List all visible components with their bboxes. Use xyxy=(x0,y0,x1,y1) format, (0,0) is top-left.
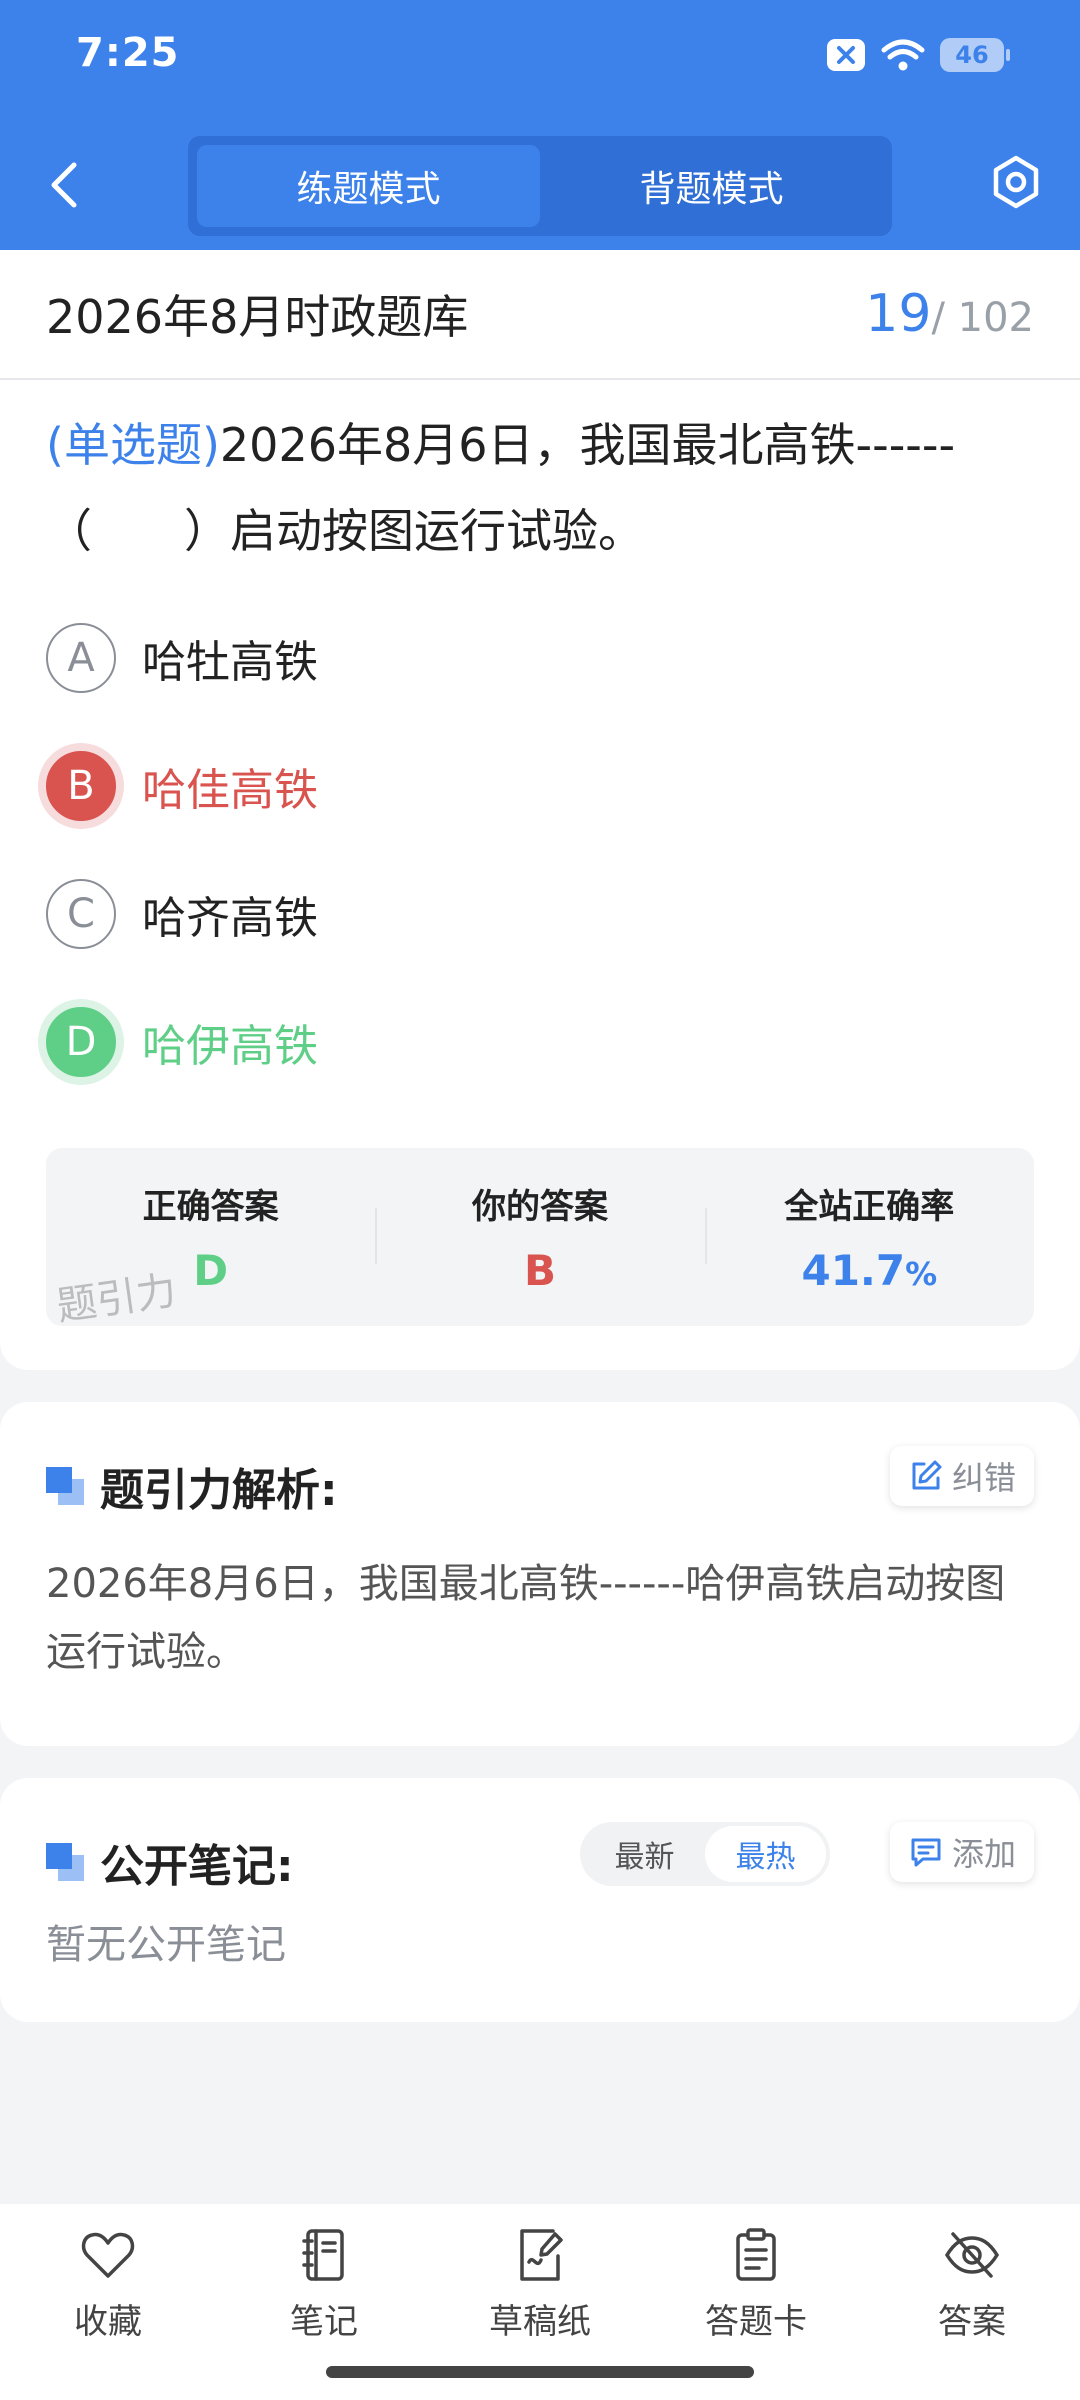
tab-practice-mode[interactable]: 练题模式 xyxy=(197,145,540,227)
notes-card: 公开笔记: 最新 最热 添加 暂无公开笔记 xyxy=(0,1778,1080,2022)
notification-off-icon xyxy=(827,39,865,71)
question-card: 2026年8月时政题库 19/ 102 (单选题)2026年8月6日，我国最北高… xyxy=(0,250,1080,1370)
section-icon xyxy=(46,1843,84,1881)
sort-hottest[interactable]: 最热 xyxy=(705,1826,826,1882)
comment-icon xyxy=(911,1838,941,1867)
option-b[interactable]: B 哈佳高铁 xyxy=(0,722,1080,850)
option-letter: B xyxy=(46,751,116,821)
your-answer-value: B xyxy=(523,1246,556,1295)
correct-answer-value: D xyxy=(193,1246,229,1295)
add-note-label: 添加 xyxy=(951,1835,1016,1873)
report-error-button[interactable]: 纠错 xyxy=(889,1446,1034,1506)
question-bank-title: 2026年8月时政题库 xyxy=(46,290,469,344)
notes-empty-text: 暂无公开笔记 xyxy=(46,1922,286,1968)
eye-off-icon xyxy=(944,2232,1000,2278)
correct-answer-column: 正确答案 D 题引力 xyxy=(46,1148,375,1326)
screen: 7:25 46 练题模式 背题模式 2026年8月时政题库 19/ 102 (单… xyxy=(0,0,1080,2400)
accuracy-unit: % xyxy=(905,1255,938,1293)
total-questions: / 102 xyxy=(931,295,1034,341)
wifi-icon xyxy=(881,39,925,71)
notes-title-text: 公开笔记: xyxy=(100,1841,294,1892)
favorite-label: 收藏 xyxy=(74,2302,142,2342)
heart-icon xyxy=(81,2232,135,2278)
home-indicator[interactable] xyxy=(326,2366,754,2378)
question-text: (单选题)2026年8月6日，我国最北高铁------（ ）启动按图运行试验。 xyxy=(0,380,1080,574)
current-question-number: 19 xyxy=(865,284,932,344)
analysis-card: 题引力解析: 纠错 2026年8月6日，我国最北高铁------哈伊高铁启动按图… xyxy=(0,1402,1080,1746)
analysis-title: 题引力解析: xyxy=(46,1454,338,1518)
your-answer-column: 你的答案 B xyxy=(375,1148,704,1326)
option-text: 哈佳高铁 xyxy=(142,765,318,816)
option-letter: D xyxy=(46,1007,116,1077)
section-icon xyxy=(46,1467,84,1505)
mode-switch: 练题模式 背题模式 xyxy=(188,136,892,236)
status-time: 7:25 xyxy=(76,30,180,76)
question-progress[interactable]: 19/ 102 xyxy=(865,284,1034,344)
option-d[interactable]: D 哈伊高铁 xyxy=(0,978,1080,1106)
sort-latest[interactable]: 最新 xyxy=(584,1826,705,1882)
analysis-text: 2026年8月6日，我国最北高铁------哈伊高铁启动按图运行试验。 xyxy=(46,1561,1006,1675)
edit-icon xyxy=(912,1460,942,1490)
show-answer-button[interactable]: 答案 xyxy=(864,2226,1080,2400)
answer-summary: 正确答案 D 题引力 你的答案 B 全站正确率 41.7% xyxy=(46,1148,1034,1326)
notes-title: 公开笔记: xyxy=(46,1830,294,1894)
your-answer-label: 你的答案 xyxy=(471,1187,608,1227)
accuracy-value: 41.7% xyxy=(801,1246,937,1295)
show-answer-label: 答案 xyxy=(938,2302,1006,2342)
option-list: A 哈牡高铁 B 哈佳高铁 C 哈齐高铁 D 哈伊高铁 xyxy=(0,594,1080,1106)
option-a[interactable]: A 哈牡高铁 xyxy=(0,594,1080,722)
battery-indicator: 46 xyxy=(940,38,1010,72)
notes-sort-toggle: 最新 最热 xyxy=(580,1822,830,1886)
accuracy-column: 全站正确率 41.7% xyxy=(704,1148,1034,1326)
accuracy-label: 全站正确率 xyxy=(784,1187,955,1227)
header: 7:25 46 练题模式 背题模式 xyxy=(0,0,1080,250)
draft-paper-label: 草稿纸 xyxy=(489,2302,591,2342)
correct-answer-label: 正确答案 xyxy=(142,1187,279,1227)
analysis-title-text: 题引力解析: xyxy=(100,1465,338,1516)
settings-icon[interactable] xyxy=(988,154,1044,210)
answer-card-label: 答题卡 xyxy=(705,2302,807,2342)
option-letter: A xyxy=(46,623,116,693)
question-header: 2026年8月时政题库 19/ 102 xyxy=(0,250,1080,380)
add-note-button[interactable]: 添加 xyxy=(889,1822,1034,1882)
back-icon[interactable] xyxy=(40,150,90,220)
answer-card-icon xyxy=(736,2228,776,2281)
draft-paper-icon xyxy=(520,2229,563,2281)
status-icons: 46 xyxy=(826,38,1010,72)
watermark: 题引力 xyxy=(53,1267,180,1326)
option-c[interactable]: C 哈齐高铁 xyxy=(0,850,1080,978)
option-text: 哈牡高铁 xyxy=(142,637,318,688)
tab-memorize-mode[interactable]: 背题模式 xyxy=(540,145,883,227)
option-text: 哈齐高铁 xyxy=(142,893,318,944)
favorite-button[interactable]: 收藏 xyxy=(0,2226,216,2400)
accuracy-number: 41.7 xyxy=(801,1246,906,1295)
report-error-label: 纠错 xyxy=(951,1459,1016,1497)
option-letter: C xyxy=(46,879,116,949)
notes-label: 笔记 xyxy=(290,2302,358,2342)
option-text: 哈伊高铁 xyxy=(142,1021,318,1072)
question-type-tag: (单选题) xyxy=(46,418,220,472)
notebook-icon xyxy=(302,2229,344,2281)
